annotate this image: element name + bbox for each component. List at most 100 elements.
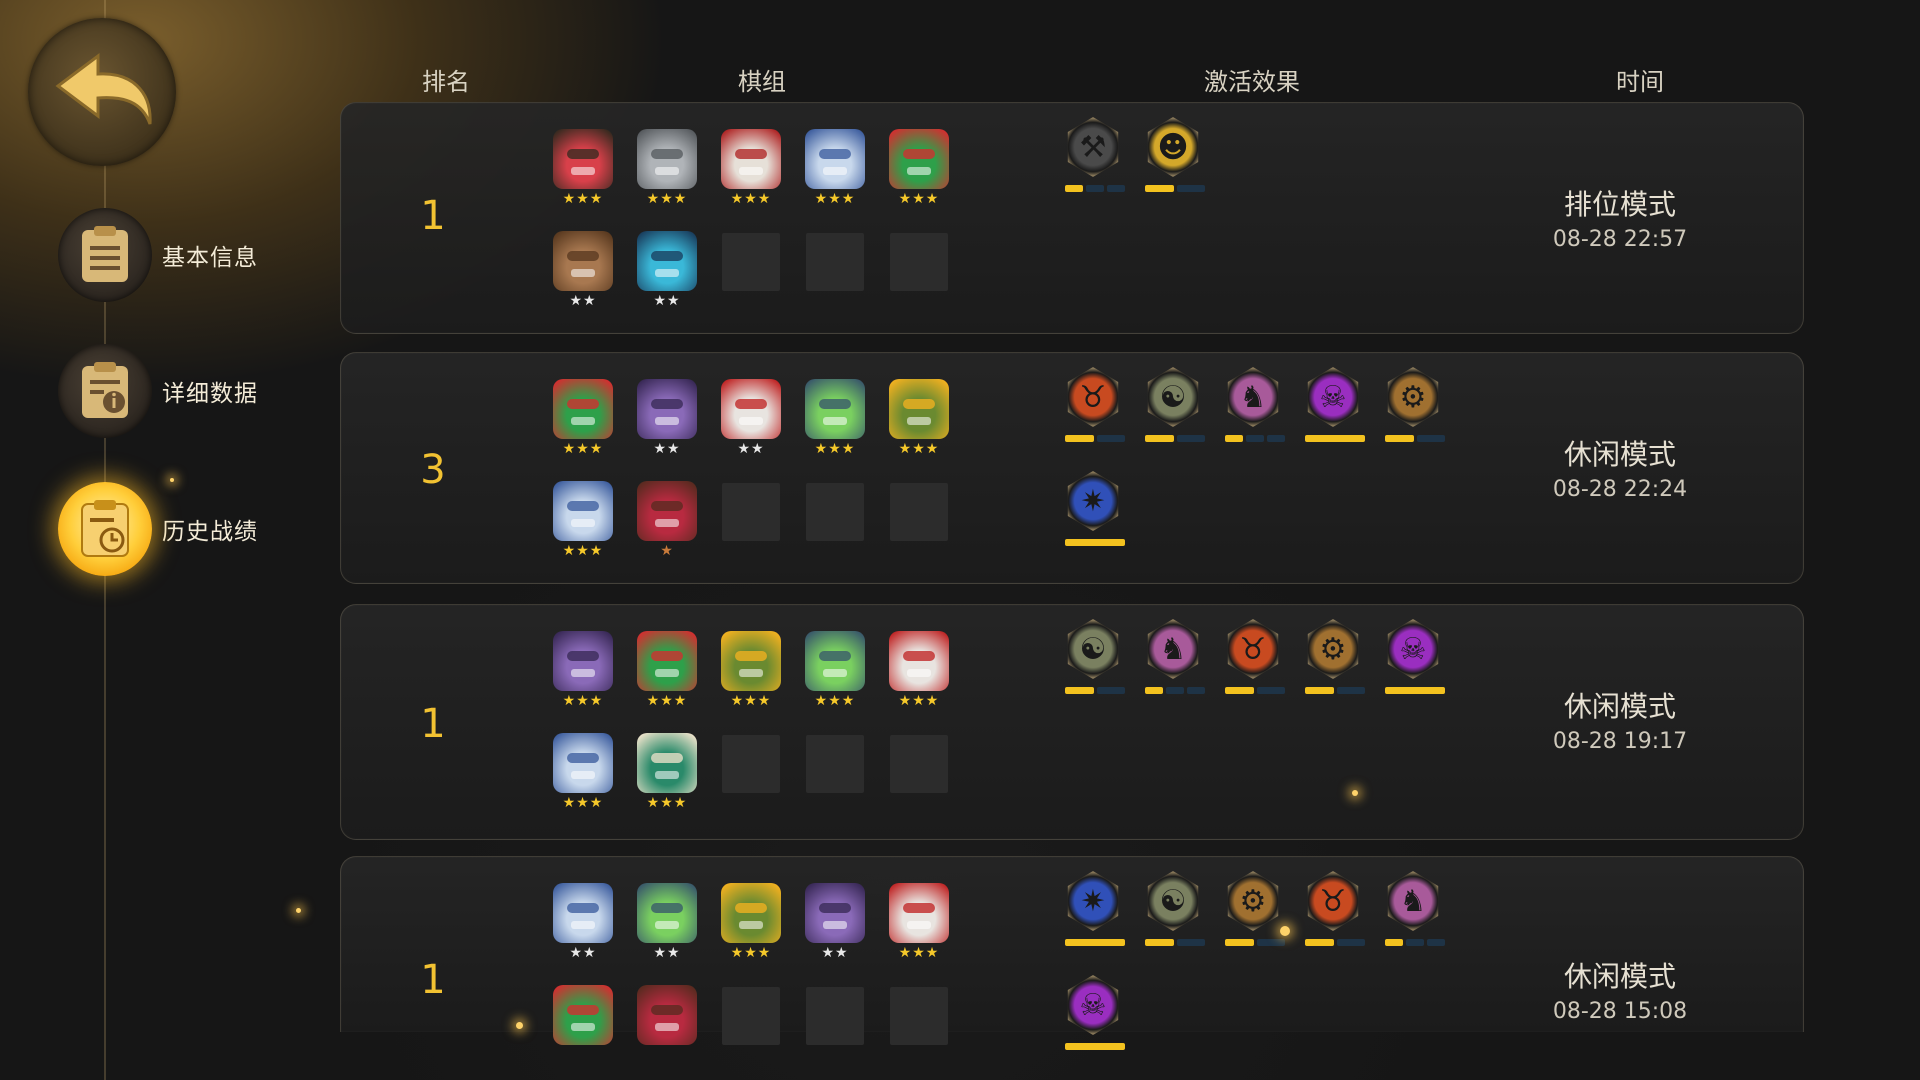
champion-purple-cat[interactable]: ★★★: [553, 631, 613, 709]
champion-green-goggles[interactable]: ★★★: [637, 631, 697, 709]
champion-white-mask[interactable]: ★★★: [889, 631, 949, 709]
trait-element-icon[interactable]: ✷: [1065, 471, 1125, 546]
champion-brown-ogre[interactable]: ★★: [553, 231, 613, 309]
champion-yellow-goggles[interactable]: ★★★: [889, 379, 949, 457]
champion-blue-robot[interactable]: ★★★: [553, 481, 613, 559]
champion-green-frog[interactable]: ★★: [637, 883, 697, 961]
trait-knight-icon[interactable]: ♞: [1145, 619, 1205, 694]
nav-item-basic-info[interactable]: 基本信息: [58, 208, 258, 302]
star-rating: ★★★: [562, 191, 604, 207]
yellow-dwarf-icon: ☻: [1147, 117, 1199, 177]
match-row[interactable]: 1 ★★★ ★★★ ★★★ ★★★ ★★★ ★★ ★★ ⚒ ☻ 排位模式 08-28 22:57: [340, 102, 1804, 334]
champion-green-frog[interactable]: ★★★: [805, 379, 865, 457]
champion-green-goggles[interactable]: [553, 985, 613, 1045]
match-row[interactable]: 3 ★★★ ★★ ★★ ★★★ ★★★ ★★★ ★ ♉ ☯ ♞ ☠ ⚙ ✷ 休闲模式 08-28 22:24: [340, 352, 1804, 584]
beast-icon: ☯: [1147, 871, 1199, 931]
knight-icon: ♞: [1147, 619, 1199, 679]
champion-portrait: [553, 481, 613, 541]
champion-blue-robot[interactable]: ★★★: [805, 129, 865, 207]
match-mode: 休闲模式: [1563, 960, 1676, 993]
match-mode-time: 休闲模式 08-28 15:08: [1535, 955, 1705, 1024]
trait-demon-icon[interactable]: ♉: [1305, 871, 1365, 946]
empty-slot: [722, 233, 780, 291]
champion-portrait: [805, 631, 865, 691]
star-rating: ★★: [653, 293, 681, 309]
champion-cyan-mech[interactable]: ★★: [637, 231, 697, 309]
column-header-traits: 激活效果: [1204, 68, 1300, 96]
champion-white-mask[interactable]: ★★★: [889, 883, 949, 961]
champion-portrait: [637, 481, 697, 541]
trait-demon-icon[interactable]: ♉: [1065, 367, 1125, 442]
trait-beast-icon[interactable]: ☯: [1145, 871, 1205, 946]
champion-red-warrior[interactable]: ★★★: [553, 129, 613, 207]
champion-green-frog[interactable]: ★★★: [805, 631, 865, 709]
rank-value: 1: [420, 701, 446, 747]
nav-item-detail-data[interactable]: 详细数据: [58, 344, 258, 438]
trait-knight-icon[interactable]: ♞: [1225, 367, 1285, 442]
empty-slot: [806, 233, 864, 291]
star-rating: ★★★: [730, 191, 772, 207]
match-time: 08-28 15:08: [1552, 999, 1688, 1024]
champion-white-mask[interactable]: ★★: [721, 379, 781, 457]
champion-yellow-goggles[interactable]: ★★★: [721, 883, 781, 961]
star-rating: ★★★: [562, 693, 604, 709]
champion-portrait: [637, 733, 697, 793]
element-icon: ✷: [1067, 471, 1119, 531]
match-row[interactable]: 1 ★★ ★★ ★★★ ★★ ★★★ ✷ ☯ ⚙ ♉ ♞ ☠ 休闲模式 08-28 15:08: [340, 856, 1804, 1050]
trait-progress-bar: [1065, 435, 1125, 442]
trait-beast-icon[interactable]: ☯: [1065, 619, 1125, 694]
champion-blue-robot[interactable]: ★★★: [553, 733, 613, 811]
nav-label: 详细数据: [162, 381, 258, 407]
trait-undead-icon[interactable]: ☠: [1305, 367, 1365, 442]
match-mode-time: 排位模式 08-28 22:57: [1535, 183, 1705, 252]
sparkle: [296, 908, 301, 913]
rank-value: 3: [420, 447, 446, 493]
nav-item-history[interactable]: 历史战绩: [58, 482, 258, 576]
champion-green-troll[interactable]: ★★★: [637, 733, 697, 811]
match-row[interactable]: 1 ★★★ ★★★ ★★★ ★★★ ★★★ ★★★ ★★★ ☯ ♞ ♉ ⚙ ☠ 休闲模式 08-28 19:…: [340, 604, 1804, 840]
back-button[interactable]: [28, 18, 176, 166]
trait-progress-bar: [1145, 435, 1205, 442]
trait-demon-icon[interactable]: ♉: [1225, 619, 1285, 694]
champion-white-beard[interactable]: ★★★: [721, 129, 781, 207]
match-mode: 休闲模式: [1563, 690, 1676, 723]
champion-yellow-goggles[interactable]: ★★★: [721, 631, 781, 709]
empty-slot: [722, 735, 780, 793]
star-rating: ★★: [737, 441, 765, 457]
champion-blue-robot[interactable]: ★★: [553, 883, 613, 961]
champion-portrait: [889, 631, 949, 691]
champion-purple-cat[interactable]: ★★: [637, 379, 697, 457]
champion-green-goggles[interactable]: ★★★: [553, 379, 613, 457]
trait-gear-icon[interactable]: ⚙: [1385, 367, 1445, 442]
trait-undead-icon[interactable]: ☠: [1385, 619, 1445, 694]
trait-progress-bar: [1145, 939, 1205, 946]
empty-slot: [806, 987, 864, 1045]
champion-grey-knight[interactable]: ★★★: [637, 129, 697, 207]
trait-beast-icon[interactable]: ☯: [1145, 367, 1205, 442]
star-rating: ★★★: [898, 693, 940, 709]
empty-slot: [722, 987, 780, 1045]
trait-gear-icon[interactable]: ⚙: [1225, 871, 1285, 946]
undead-icon: ☠: [1387, 619, 1439, 679]
trait-knight-icon[interactable]: ♞: [1385, 871, 1445, 946]
trait-yellow-dwarf-icon[interactable]: ☻: [1145, 117, 1205, 192]
champion-portrait: [721, 129, 781, 189]
champion-purple-cat[interactable]: ★★: [805, 883, 865, 961]
trait-element-icon[interactable]: ✷: [1065, 871, 1125, 946]
nav-label: 历史战绩: [162, 519, 258, 545]
trait-gear-icon[interactable]: ⚙: [1305, 619, 1365, 694]
champion-portrait: [637, 231, 697, 291]
champion-portrait: [637, 129, 697, 189]
champion-portrait: [553, 379, 613, 439]
trait-axe-icon[interactable]: ⚒: [1065, 117, 1125, 192]
beast-icon: ☯: [1147, 367, 1199, 427]
star-rating: ★★★: [562, 543, 604, 559]
trait-progress-bar: [1065, 939, 1125, 946]
champion-red-ogre[interactable]: ★: [637, 481, 697, 559]
trait-progress-bar: [1225, 939, 1285, 946]
champion-red-ogre[interactable]: [637, 985, 697, 1045]
empty-slot: [722, 483, 780, 541]
trait-undead-icon[interactable]: ☠: [1065, 975, 1125, 1050]
star-rating: ★★★: [814, 441, 856, 457]
champion-green-goggles[interactable]: ★★★: [889, 129, 949, 207]
